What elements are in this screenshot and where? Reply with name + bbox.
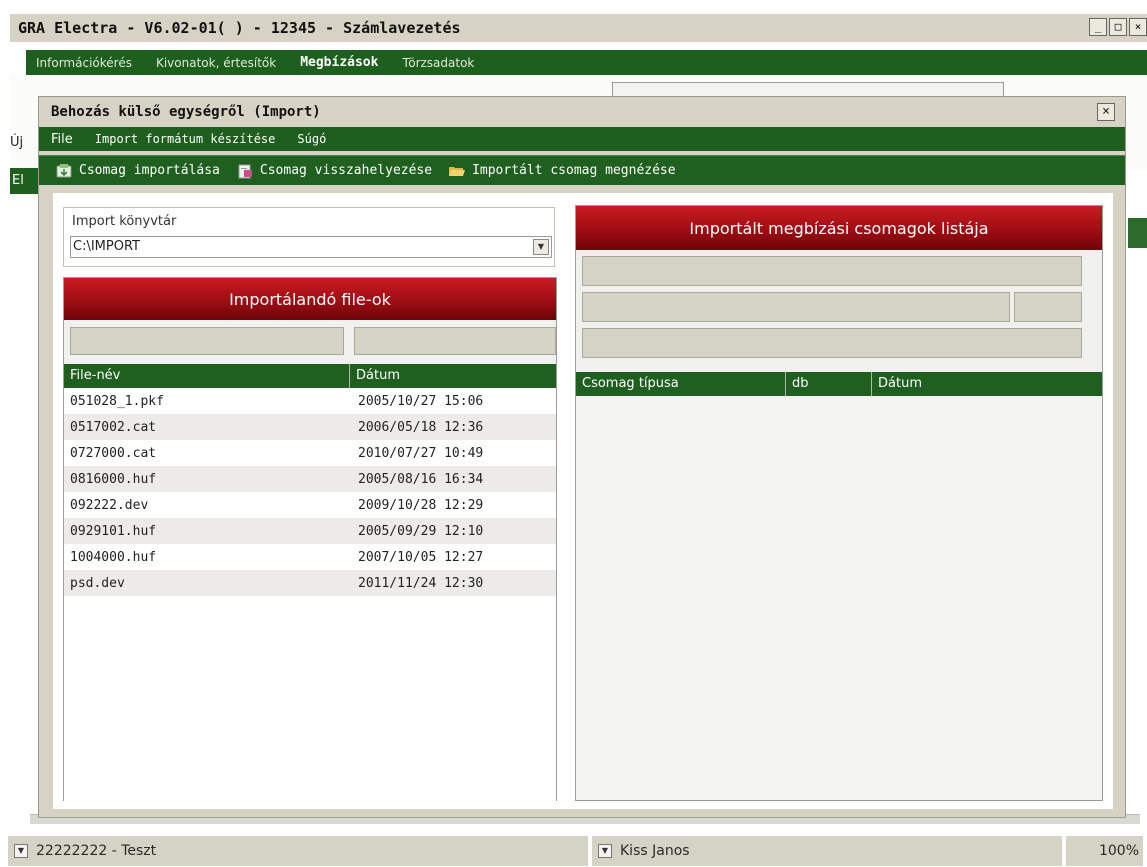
user-dropdown-icon[interactable]: ▼ (598, 843, 612, 858)
files-filter-row (64, 320, 556, 364)
file-name-cell: 0727000.cat (70, 445, 157, 461)
file-date-cell: 2010/07/27 10:49 (358, 445, 484, 461)
column-header-filename[interactable]: File-név (64, 364, 350, 388)
file-row[interactable]: 1004000.huf 2007/10/05 12:27 (64, 544, 556, 570)
restore-package-label: Csomag visszahelyezése (259, 163, 433, 178)
package-restore-icon (238, 164, 252, 178)
files-grid-header: File-név Dátum (64, 364, 556, 388)
main-title-bar: GRA Electra - V6.02-01( ) - 12345 - Szám… (10, 14, 1147, 42)
column-header-count[interactable]: db (786, 372, 872, 396)
status-user-cell: ▼ Kiss Janos (592, 835, 1062, 866)
file-date-cell: 2005/09/29 12:10 (358, 523, 484, 539)
file-date-cell: 2005/08/16 16:34 (358, 471, 484, 487)
file-row[interactable]: 051028_1.pkf 2005/10/27 15:06 (64, 388, 556, 414)
package-filter-3[interactable] (1014, 292, 1082, 322)
status-zoom: 100% (1098, 842, 1139, 859)
restore-package-button[interactable]: Csomag visszahelyezése (236, 163, 432, 179)
folder-open-icon (449, 166, 466, 176)
background-label-el: El (12, 173, 24, 188)
account-dropdown-icon[interactable]: ▼ (14, 843, 28, 858)
import-dir-group: Import könyvtár C:\IMPORT ▼ (63, 207, 555, 267)
import-package-button[interactable]: Csomag importálása (55, 163, 220, 179)
file-name-cell: 0816000.huf (70, 471, 157, 487)
file-row[interactable]: 092222.dev 2009/10/28 12:29 (64, 492, 556, 518)
status-account: 22222222 - Teszt (36, 842, 157, 859)
package-filter-2[interactable] (582, 292, 1010, 322)
status-bar: ▼ 22222222 - Teszt ▼ Kiss Janos 100% (8, 834, 1147, 867)
file-row[interactable]: 0727000.cat 2010/07/27 10:49 (64, 440, 556, 466)
import-package-label: Csomag importálása (79, 163, 220, 178)
file-name-cell: 092222.dev (70, 497, 149, 513)
files-panel-header: Importálandó file-ok (64, 278, 556, 320)
import-dialog: Behozás külső egységről (Import) × File … (38, 96, 1126, 818)
file-name-cell: 0517002.cat (70, 419, 157, 435)
background-label-uj: Új (10, 135, 24, 150)
file-name-cell: 1004000.huf (70, 549, 157, 565)
packages-list (576, 396, 1102, 800)
packages-panel-header: Importált megbízási csomagok listája (576, 206, 1102, 250)
file-date-cell: 2009/10/28 12:29 (358, 497, 484, 513)
status-user: Kiss Janos (620, 842, 690, 859)
maximize-icon[interactable]: □ (1109, 18, 1127, 36)
dialog-toolbar: Csomag importálása Csomag visszahelyezés… (39, 155, 1125, 185)
main-menu: Információkérés Kivonatok, értesítők Meg… (26, 50, 1147, 75)
dialog-title-bar: Behozás külső egységről (Import) × (39, 97, 1125, 127)
dialog-close-icon[interactable]: × (1097, 103, 1115, 121)
file-row[interactable]: 0816000.huf 2005/08/16 16:34 (64, 466, 556, 492)
column-header-date[interactable]: Dátum (350, 364, 556, 388)
files-list: 051028_1.pkf 2005/10/27 15:06 0517002.ca… (64, 388, 556, 802)
file-date-cell: 2011/11/24 12:30 (358, 575, 484, 591)
file-row[interactable]: 0517002.cat 2006/05/18 12:36 (64, 414, 556, 440)
main-title: GRA Electra - V6.02-01( ) - 12345 - Szám… (18, 19, 461, 37)
file-date-cell: 2006/05/18 12:36 (358, 419, 484, 435)
menu-help[interactable]: Súgó (285, 132, 336, 146)
view-imported-label: Importált csomag megnézése (472, 163, 676, 178)
close-icon[interactable]: × (1129, 18, 1147, 36)
dialog-menu: File Import formátum készítése Súgó (39, 127, 1125, 151)
column-header-package-date[interactable]: Dátum (872, 372, 1102, 396)
menu-import-format[interactable]: Import formátum készítése (83, 132, 286, 146)
menu-torzsadatok[interactable]: Törzsadatok (392, 56, 488, 70)
import-dir-select[interactable]: C:\IMPORT ▼ (70, 236, 552, 258)
import-dir-value: C:\IMPORT (73, 239, 140, 254)
packages-panel-title: Importált megbízási csomagok listája (689, 218, 989, 238)
background-right-band (1128, 218, 1147, 248)
file-date-cell: 2005/10/27 15:06 (358, 393, 484, 409)
file-date-cell: 2007/10/05 12:27 (358, 549, 484, 565)
dialog-title: Behozás külső egységről (Import) (51, 104, 321, 120)
menu-informacio[interactable]: Információkérés (26, 56, 146, 70)
column-header-package-type[interactable]: Csomag típusa (576, 372, 786, 396)
file-row[interactable]: 0929101.huf 2005/09/29 12:10 (64, 518, 556, 544)
file-name-cell: psd.dev (70, 575, 125, 591)
package-import-icon (56, 163, 72, 177)
dialog-body: Import könyvtár C:\IMPORT ▼ Importálandó… (53, 193, 1113, 809)
filename-filter-input[interactable] (70, 327, 344, 355)
status-account-cell: ▼ 22222222 - Teszt (8, 835, 588, 866)
import-dir-label: Import könyvtár (72, 214, 177, 229)
files-panel: Importálandó file-ok File-név Dátum 0510… (63, 277, 557, 802)
packages-grid-header: Csomag típusa db Dátum (576, 372, 1102, 396)
file-name-cell: 0929101.huf (70, 523, 157, 539)
package-filter-1[interactable] (582, 256, 1082, 286)
files-panel-title: Importálandó file-ok (229, 289, 391, 309)
window-controls: _ □ × (1089, 18, 1147, 36)
menu-file[interactable]: File (39, 132, 83, 147)
view-imported-button[interactable]: Importált csomag megnézése (448, 163, 676, 179)
status-zoom-cell: 100% (1066, 835, 1143, 866)
file-name-cell: 051028_1.pkf (70, 393, 164, 409)
file-row[interactable]: psd.dev 2011/11/24 12:30 (64, 570, 556, 596)
menu-kivonatok[interactable]: Kivonatok, értesítők (146, 56, 290, 70)
package-filter-4[interactable] (582, 328, 1082, 358)
main-window: GRA Electra - V6.02-01( ) - 12345 - Szám… (0, 0, 1147, 867)
dropdown-arrow-icon[interactable]: ▼ (533, 239, 549, 255)
packages-panel: Importált megbízási csomagok listája Cso… (575, 205, 1103, 801)
menu-megbizasok[interactable]: Megbízások (290, 55, 392, 70)
date-filter-input[interactable] (354, 327, 556, 355)
minimize-icon[interactable]: _ (1089, 18, 1107, 36)
